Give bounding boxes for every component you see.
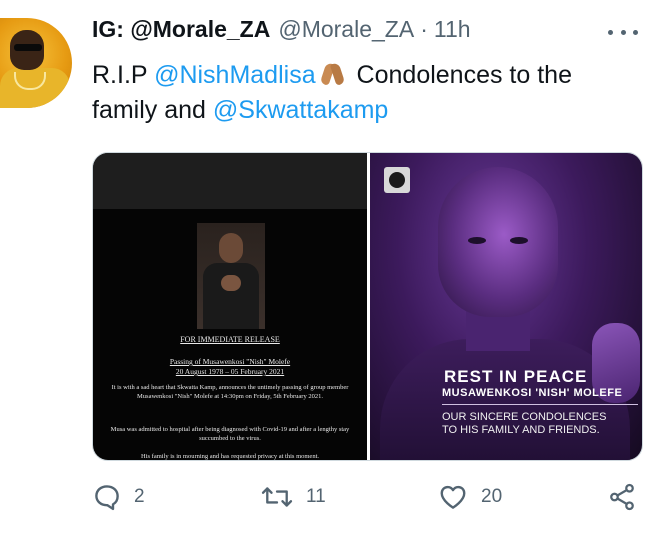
header-separator: · (420, 16, 428, 42)
press-release-heading: FOR IMMEDIATE RELEASE (180, 335, 280, 344)
photo-head (219, 233, 243, 263)
more-dot (620, 29, 626, 35)
portrait-eye-left (468, 237, 486, 244)
press-release-paragraph-2: Musa was admitted to hospital after bein… (110, 426, 350, 442)
tweet-text-prefix: R.I.P (92, 61, 155, 89)
rest-in-peace-title: REST IN PEACE (444, 367, 588, 386)
deceased-name: MUSAWENKOSI 'NISH' MOLEFE (442, 387, 623, 399)
condolences-line-1: OUR SINCERE CONDOLENCES (442, 411, 607, 423)
reply-icon (92, 482, 122, 512)
portrait-head (438, 167, 558, 317)
author-handle[interactable]: @Morale_ZA (278, 16, 414, 43)
photo-hands (221, 275, 241, 291)
author-name[interactable]: IG: @Morale_ZA (92, 16, 270, 43)
mention-link-skwattakamp[interactable]: @Skwattakamp (213, 96, 388, 124)
reply-button[interactable]: 2 (92, 482, 145, 512)
rip-divider-line (442, 404, 638, 405)
author-avatar[interactable] (0, 18, 72, 108)
retweet-button[interactable]: 11 (260, 482, 326, 512)
more-icon[interactable] (608, 27, 638, 37)
tweet-media: FOR IMMEDIATE RELEASE Passing of Musawen… (92, 152, 643, 461)
media-image-press-release[interactable]: FOR IMMEDIATE RELEASE Passing of Musawen… (93, 153, 367, 460)
prayer-hands-emoji (319, 61, 347, 87)
reply-count: 2 (134, 486, 145, 507)
photo-shirt (203, 263, 259, 329)
condolences-text: OUR SINCERE CONDOLENCES TO HIS FAMILY AN… (442, 411, 642, 437)
like-icon (437, 482, 469, 512)
media-image-rest-in-peace[interactable]: REST IN PEACE MUSAWENKOSI 'NISH' MOLEFE … (370, 153, 642, 460)
press-release-passing-dates: 20 August 1978 – 05 February 2021 (175, 367, 285, 376)
like-button[interactable]: 20 (437, 482, 502, 512)
tweet-text: R.I.P @NishMadlisa Condolences to the fa… (92, 58, 637, 128)
skwatta-kamp-logo (384, 167, 410, 193)
more-dot (633, 29, 638, 35)
like-count: 20 (481, 486, 503, 507)
tweet-header: IG: @Morale_ZA @Morale_ZA · 11h (92, 16, 471, 46)
condolences-line-2: TO HIS FAMILY AND FRIENDS. (442, 424, 600, 436)
avatar-sunglasses (14, 44, 42, 51)
press-release-passing-title: Passing of Musawenkosi "Nish" Molefe (169, 357, 291, 366)
press-release-topbar (93, 153, 367, 209)
press-release-photo (197, 223, 265, 329)
more-dot (608, 29, 613, 35)
portrait-eye-right (510, 237, 528, 244)
share-button[interactable] (606, 482, 638, 512)
tweet-timestamp[interactable]: 11h (434, 16, 471, 43)
retweet-count: 11 (306, 486, 326, 507)
press-release-paragraph-1: It is with a sad heart that Skwatta Kamp… (111, 384, 349, 400)
press-release-paragraph-3: His family is in mourning and has reques… (141, 453, 319, 460)
tweet-actions: 2 11 20 (92, 482, 640, 512)
share-icon (606, 482, 638, 512)
retweet-icon (260, 482, 294, 512)
mention-link-nishmadlisa[interactable]: @NishMadlisa (154, 61, 316, 89)
portrait-neck (466, 311, 530, 351)
press-release-passing: Passing of Musawenkosi "Nish" Molefe 20 … (103, 357, 357, 377)
